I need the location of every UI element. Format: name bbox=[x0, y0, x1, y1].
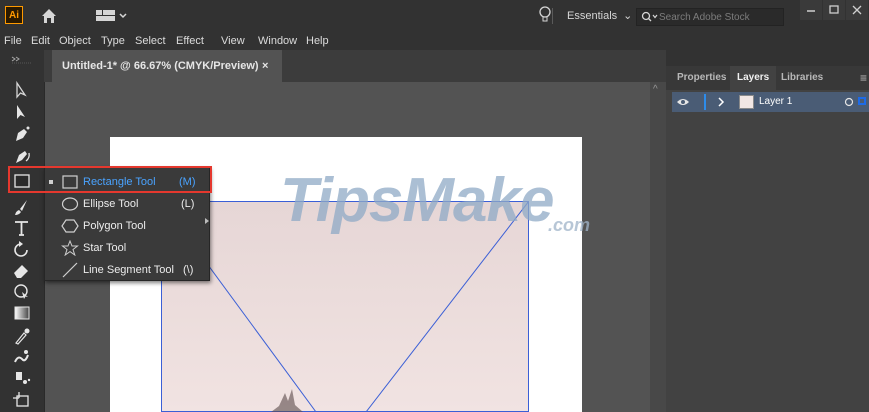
tab-libraries[interactable]: Libraries bbox=[774, 66, 830, 90]
menu-view[interactable]: View bbox=[221, 33, 245, 49]
eyedropper-tool-icon[interactable] bbox=[10, 326, 34, 346]
tab-layers[interactable]: Layers bbox=[730, 66, 777, 90]
menu-edit[interactable]: Edit bbox=[31, 33, 50, 49]
flyout-item-polygon[interactable]: Polygon Tool bbox=[45, 215, 209, 237]
panel-header-strip bbox=[666, 50, 869, 66]
panel-menu-icon[interactable]: ≡ bbox=[860, 71, 867, 85]
flyout-label: Star Tool bbox=[83, 242, 127, 254]
stock-search-box[interactable] bbox=[636, 8, 784, 26]
watermark-brand: TipsMake bbox=[280, 166, 554, 235]
panel-tabs: Properties Layers Libraries ≡ bbox=[666, 66, 869, 90]
direct-selection-tool-icon[interactable] bbox=[10, 102, 34, 122]
minimize-icon bbox=[807, 10, 815, 12]
chevron-down-icon: ⌄ bbox=[623, 10, 633, 22]
tab-properties[interactable]: Properties bbox=[670, 66, 733, 90]
type-tool-icon[interactable] bbox=[10, 218, 34, 238]
flyout-label: Ellipse Tool bbox=[83, 198, 139, 210]
star-icon bbox=[61, 240, 79, 256]
line-segment-icon bbox=[62, 262, 78, 278]
close-document-icon[interactable]: × bbox=[262, 60, 268, 72]
flyout-shortcut: (L) bbox=[181, 198, 195, 210]
puppet-warp-tool-icon[interactable] bbox=[10, 282, 34, 302]
menu-select[interactable]: Select bbox=[135, 33, 166, 49]
target-circle-icon[interactable] bbox=[844, 97, 854, 107]
menu-object[interactable]: Object bbox=[59, 33, 91, 49]
menu-file[interactable]: File bbox=[4, 33, 22, 49]
workspace-switcher-icon[interactable] bbox=[95, 8, 129, 24]
curvature-tool-icon[interactable] bbox=[10, 146, 34, 166]
document-title: Untitled-1* @ 66.67% (CMYK/Preview) bbox=[62, 60, 259, 72]
watermark-suffix: .com bbox=[548, 215, 591, 235]
menu-type[interactable]: Type bbox=[101, 33, 125, 49]
menu-help[interactable]: Help bbox=[306, 33, 329, 49]
toolbar-collapse-icon[interactable] bbox=[10, 54, 34, 64]
layers-panel: Properties Layers Libraries ≡ Layer 1 bbox=[666, 50, 869, 412]
pen-tool-icon[interactable] bbox=[10, 124, 34, 144]
eye-icon[interactable] bbox=[676, 96, 690, 108]
menu-bar: File Edit Object Type Select Effect View… bbox=[0, 32, 869, 50]
symbol-sprayer-tool-icon[interactable] bbox=[10, 368, 34, 388]
workspace-label: Essentials bbox=[567, 10, 618, 22]
close-icon bbox=[852, 5, 862, 15]
app-title-bar: Ai Essentials ⌄ bbox=[0, 0, 869, 32]
flyout-item-ellipse[interactable]: Ellipse Tool (L) bbox=[45, 193, 209, 215]
flyout-label: Line Segment Tool bbox=[83, 264, 174, 276]
vertical-scrollbar[interactable]: ^ bbox=[650, 82, 666, 412]
eraser-tool-icon[interactable] bbox=[10, 261, 34, 281]
layer-color-bar bbox=[704, 94, 706, 110]
scroll-up-icon[interactable]: ^ bbox=[653, 84, 658, 95]
highlight-frame bbox=[8, 166, 212, 193]
document-tab[interactable]: Untitled-1* @ 66.67% (CMYK/Preview) × bbox=[52, 50, 282, 82]
selection-tool-icon[interactable] bbox=[10, 80, 34, 100]
ellipse-icon bbox=[61, 197, 79, 211]
layer-name[interactable]: Layer 1 bbox=[759, 95, 792, 109]
maximize-icon bbox=[829, 5, 839, 14]
workspace-menu[interactable]: Essentials ⌄ bbox=[552, 8, 632, 24]
chevron-right-icon[interactable] bbox=[717, 96, 725, 108]
blend-tool-icon[interactable] bbox=[10, 347, 34, 367]
layer-thumbnail bbox=[739, 95, 754, 109]
close-window-button[interactable] bbox=[846, 0, 868, 20]
search-icon bbox=[641, 11, 658, 22]
menu-window[interactable]: Window bbox=[258, 33, 297, 49]
menu-effect[interactable]: Effect bbox=[176, 33, 204, 49]
home-icon[interactable] bbox=[40, 7, 58, 25]
layer-row[interactable]: Layer 1 bbox=[672, 92, 869, 112]
gradient-tool-icon[interactable] bbox=[10, 303, 34, 323]
paintbrush-tool-icon[interactable] bbox=[10, 197, 34, 217]
lightbulb-icon[interactable] bbox=[538, 5, 552, 25]
flyout-item-line-segment[interactable]: Line Segment Tool (\) bbox=[45, 259, 209, 281]
illustrator-logo: Ai bbox=[5, 6, 23, 24]
flyout-item-star[interactable]: Star Tool bbox=[45, 237, 209, 259]
polygon-icon bbox=[61, 219, 79, 233]
tools-panel bbox=[0, 50, 45, 412]
artboard-tool-icon[interactable] bbox=[10, 390, 34, 410]
selection-indicator[interactable] bbox=[858, 97, 866, 105]
flyout-label: Polygon Tool bbox=[83, 220, 146, 232]
flyout-shortcut: (\) bbox=[183, 264, 194, 276]
flyout-expand-icon[interactable] bbox=[205, 218, 209, 224]
document-tab-bar: Untitled-1* @ 66.67% (CMYK/Preview) × bbox=[44, 50, 666, 82]
minimize-button[interactable] bbox=[800, 0, 822, 20]
maximize-button[interactable] bbox=[823, 0, 845, 20]
rotate-tool-icon[interactable] bbox=[10, 240, 34, 260]
search-input[interactable] bbox=[659, 9, 781, 25]
